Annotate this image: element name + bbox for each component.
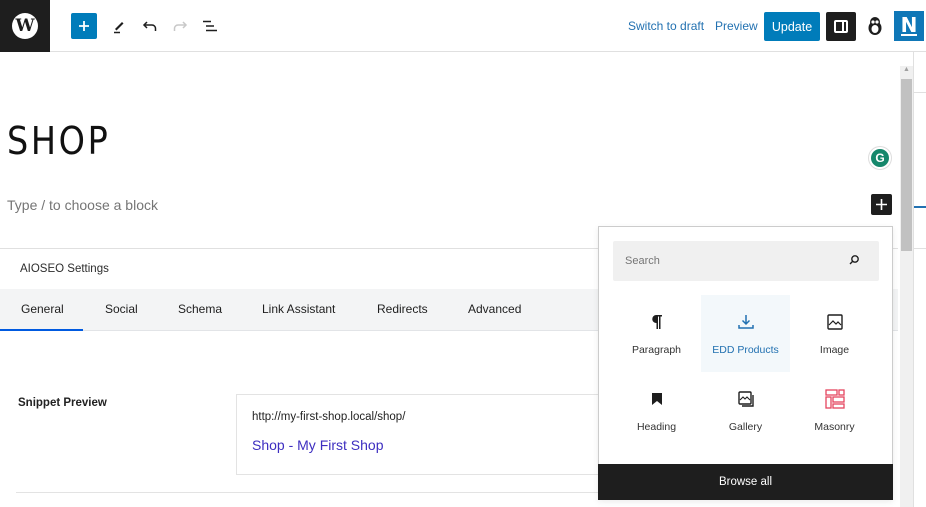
tab-redirects[interactable]: Redirects — [377, 302, 428, 316]
list-view-button[interactable] — [197, 13, 223, 39]
redo-icon — [173, 21, 188, 31]
download-icon — [737, 315, 754, 329]
block-placeholder[interactable]: Type / to choose a block — [7, 197, 158, 213]
wordpress-logo-button[interactable]: W — [0, 0, 50, 52]
block-paragraph[interactable]: Paragraph — [612, 295, 701, 372]
editor-toolbar: W Switch to draft Preview Update N — [0, 0, 926, 52]
block-inserter-toggle[interactable] — [71, 13, 97, 39]
gallery-icon — [737, 391, 754, 407]
divider — [16, 492, 606, 493]
block-image[interactable]: Image — [790, 295, 879, 372]
plus-icon — [876, 199, 887, 210]
tab-advanced[interactable]: Advanced — [468, 302, 521, 316]
search-icon — [849, 255, 859, 265]
snippet-url: http://my-first-shop.local/shop/ — [252, 411, 406, 423]
block-gallery[interactable]: Gallery — [701, 372, 790, 449]
block-label: Heading — [636, 421, 677, 433]
add-block-button[interactable] — [871, 194, 892, 215]
tab-schema[interactable]: Schema — [178, 302, 222, 316]
scroll-up-arrow-icon[interactable]: ▲ — [900, 66, 913, 78]
block-label: EDD Products — [712, 344, 779, 356]
grammarly-icon: G — [871, 149, 889, 167]
plus-icon — [79, 21, 89, 31]
snippet-preview-label: Snippet Preview — [18, 397, 107, 409]
tools-button[interactable] — [106, 13, 132, 39]
switch-to-draft-button[interactable]: Switch to draft — [628, 19, 704, 33]
pencil-icon — [114, 22, 124, 34]
sidebar-edge — [913, 52, 926, 507]
notion-plugin-button[interactable]: N — [894, 11, 924, 41]
block-label: Image — [819, 344, 850, 356]
block-edd-products[interactable]: EDD Products — [701, 295, 790, 372]
block-label: Gallery — [728, 421, 763, 433]
settings-toggle-button[interactable] — [826, 12, 856, 41]
tab-general[interactable]: General — [0, 302, 83, 331]
block-label: Masonry — [814, 421, 855, 433]
update-button[interactable]: Update — [764, 12, 820, 41]
editor-scrollbar[interactable]: ▲ — [900, 66, 913, 507]
sidebar-icon — [834, 20, 848, 33]
block-inserter-popover: Paragraph EDD Products Image Heading Gal… — [598, 226, 893, 500]
penguin-icon — [868, 17, 882, 35]
block-search-input[interactable] — [625, 241, 845, 281]
wordpress-icon: W — [12, 13, 38, 39]
tab-link-assistant[interactable]: Link Assistant — [262, 302, 335, 316]
post-title[interactable]: SHOP — [7, 119, 110, 163]
snippet-title: Shop - My First Shop — [252, 437, 384, 453]
block-search — [613, 241, 879, 281]
masonry-icon — [824, 389, 845, 409]
redo-button[interactable] — [167, 13, 193, 39]
block-masonry[interactable]: Masonry — [790, 372, 879, 449]
image-icon — [826, 314, 843, 330]
block-label: Paragraph — [631, 344, 682, 356]
scrollbar-thumb[interactable] — [901, 79, 912, 251]
block-heading[interactable]: Heading — [612, 372, 701, 449]
undo-icon — [142, 21, 157, 31]
tab-social[interactable]: Social — [105, 302, 138, 316]
paragraph-icon — [651, 315, 662, 329]
preview-button[interactable]: Preview — [715, 19, 758, 33]
snippet-preview: http://my-first-shop.local/shop/ Shop - … — [236, 394, 606, 475]
bookmark-icon — [651, 393, 662, 405]
browse-all-button[interactable]: Browse all — [598, 464, 893, 500]
list-view-icon — [203, 20, 217, 32]
undo-button[interactable] — [137, 13, 163, 39]
grammarly-button[interactable]: G — [869, 147, 891, 169]
plugin-penguin-button[interactable] — [862, 13, 888, 39]
